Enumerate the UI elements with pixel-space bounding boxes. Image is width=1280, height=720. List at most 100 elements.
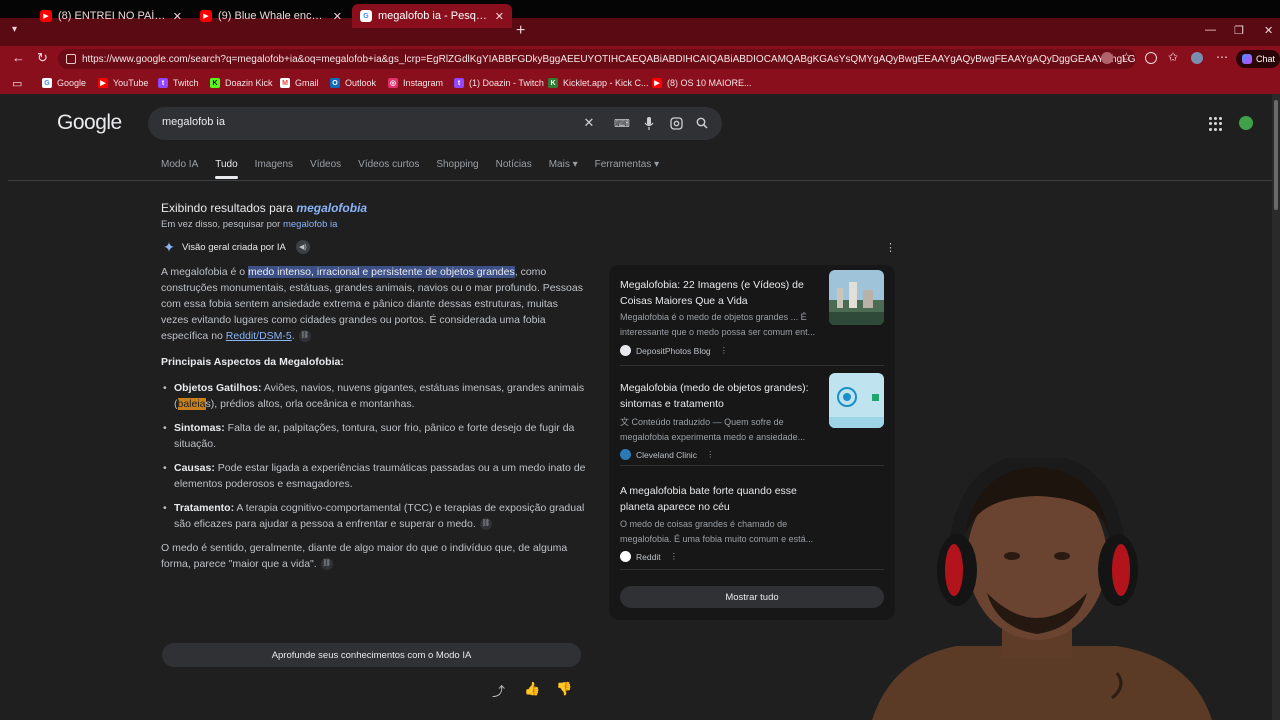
address-bar[interactable]: https://www.google.com/search?q=megalofo… [58,49,1136,69]
source-title[interactable]: Megalofobia: 22 Imagens (e Vídeos) de Co… [620,277,820,309]
bookmark-label: Google [57,78,87,88]
maximize-icon[interactable]: ❐ [1234,24,1244,37]
speaker-icon[interactable]: ◀) [295,240,310,254]
instead-prefix: Em vez disso, pesquisar por [161,219,283,230]
source-link[interactable]: Reddit/DSM-5 [226,330,292,342]
tab-google-search[interactable]: G megalofob ia - Pesquisa Google ✕ [352,4,512,28]
tab-videos-curtos[interactable]: Vídeos curtos [358,159,419,179]
bookmark-label: (1) Doazin - Twitch [469,78,544,88]
item-label: Tratamento: [174,502,235,514]
aspects-list: Objetos Gatilhos: Aviões, navios, nuvens… [161,380,586,532]
more-options-icon[interactable]: ⋮ [706,449,715,460]
bookmark-google[interactable]: G Google [42,76,86,90]
link-icon[interactable]: ⛓ [298,330,311,343]
thumbs-down-icon[interactable]: 👎 [556,681,572,697]
twitch-icon: t [454,78,464,88]
bookmark-instagram[interactable]: ◎ Instagram [388,76,443,90]
microphone-icon[interactable] [641,115,657,131]
page-scrollbar[interactable] [1272,94,1280,720]
lens-camera-icon[interactable] [668,115,684,131]
source-name: Cleveland Clinic [636,449,697,460]
close-window-icon[interactable]: ✕ [1264,24,1273,37]
source-thumbnail[interactable] [829,373,884,428]
tab-noticias[interactable]: Notícias [496,159,532,179]
google-apps-icon[interactable] [1209,117,1223,131]
back-arrow-icon[interactable]: ← [12,50,25,65]
bookmark-gmail[interactable]: M Gmail [280,76,319,90]
corrected-term-link[interactable]: megalofobia [296,201,367,215]
thumbs-up-icon[interactable]: 👍 [524,681,540,697]
search-box[interactable]: megalofob ia ✕ ⌨ [148,107,722,140]
close-icon[interactable]: ✕ [173,10,182,23]
share-icon[interactable]: ⤴ [492,681,505,700]
new-tab-plus-icon[interactable]: + [516,22,525,40]
bookmark-outlook[interactable]: O Outlook [330,76,376,90]
sources-panel: Megalofobia: 22 Imagens (e Vídeos) de Co… [609,265,895,620]
source-title[interactable]: Megalofobia (medo de objetos grandes): s… [620,380,820,412]
bookmark-youtube-video[interactable]: ▶ (8) OS 10 MAIORE... [652,76,752,90]
show-all-button[interactable]: Mostrar tudo [620,586,884,608]
ai-paragraph-closing: O medo é sentido, geralmente, diante de … [161,540,586,572]
bookmark-star-icon[interactable]: ☆ [1121,50,1132,64]
copilot-chat-button[interactable]: Chat [1236,50,1280,68]
tab-imagens[interactable]: Imagens [255,159,293,179]
more-options-icon[interactable]: ⋮ [670,551,679,562]
tab-tudo[interactable]: Tudo [215,159,239,179]
bookmark-label: Outlook [345,78,377,88]
bookmark-label: Gmail [295,78,319,88]
profile-avatar[interactable] [1191,52,1203,64]
reload-icon[interactable]: ↻ [37,50,48,66]
extension-icon[interactable] [1145,52,1157,64]
translate-icon[interactable] [1101,52,1113,64]
minimize-icon[interactable]: — [1205,24,1216,36]
tab-youtube-2[interactable]: ▶ (9) Blue Whale encounter - YouTub ✕ [192,4,350,28]
chat-label: Chat [1256,54,1276,64]
bookmark-twitch[interactable]: t Twitch [158,76,199,90]
source-title[interactable]: A megalofobia bate forte quando esse pla… [620,483,825,515]
tab-search-chevron-icon[interactable]: ▾ [12,24,17,35]
search-input[interactable]: megalofob ia [162,116,225,128]
google-logo[interactable]: Google [57,111,122,135]
scrollbar-thumb[interactable] [1274,100,1278,210]
tabs-divider [8,180,1272,181]
item-text: A terapia cognitivo-comportamental (TCC)… [174,502,585,530]
tab-mais[interactable]: Mais ▾ [549,159,578,179]
link-icon[interactable]: ⛓ [479,518,492,531]
bookmarks-menu-icon[interactable]: ▭ [12,76,22,90]
bookmark-label: YouTube [113,78,149,88]
search-instead: Em vez disso, pesquisar por megalofob ia [161,219,337,230]
account-avatar[interactable] [1239,116,1253,130]
site-info-icon[interactable] [66,54,76,64]
outlook-icon: O [330,78,340,88]
ai-overview-more-icon[interactable]: ⋮ [885,241,896,254]
keyboard-icon[interactable]: ⌨ [614,115,630,131]
link-icon[interactable]: ⛓ [320,558,333,571]
bookmark-doazin-twitch[interactable]: t (1) Doazin - Twitch [454,76,544,90]
favorites-icon[interactable]: ✩ [1168,50,1178,64]
translate-icon: 文 [620,417,632,427]
bookmark-doazin-kick[interactable]: K Doazin Kick [210,76,273,90]
more-options-icon[interactable]: ⋮ [720,345,729,356]
copilot-icon [1242,54,1252,64]
tab-modo-ia[interactable]: Modo IA [161,159,198,179]
tab-youtube-1[interactable]: ▶ (8) ENTREI NO PAÍS MAIS ODIADO ✕ [32,4,190,28]
tab-ferramentas[interactable]: Ferramentas ▾ [595,159,659,179]
close-icon[interactable]: ✕ [333,10,342,23]
bookmark-youtube[interactable]: ▶ YouTube [98,76,148,90]
search-icon[interactable] [694,115,710,131]
more-menu-icon[interactable]: ⋯ [1216,50,1228,64]
youtube-icon: ▶ [40,10,52,22]
original-term-link[interactable]: megalofob ia [283,219,337,230]
bookmark-kicklet[interactable]: K Kicklet.app - Kick C... [548,76,649,90]
tab-shopping[interactable]: Shopping [436,159,478,179]
source-thumbnail[interactable] [829,270,884,325]
twitch-icon: t [158,78,168,88]
bookmark-label: Twitch [173,78,199,88]
ai-paragraph-intro: A megalofobia é o medo intenso, irracion… [161,264,586,344]
tab-videos[interactable]: Vídeos [310,159,341,179]
close-icon[interactable]: ✕ [495,10,504,23]
list-item: Causas: Pode estar ligada a experiências… [163,460,586,492]
clear-icon[interactable]: ✕ [581,115,597,131]
deeper-ai-mode-button[interactable]: Aprofunde seus conhecimentos com o Modo … [162,643,581,667]
tab-title: (8) ENTREI NO PAÍS MAIS ODIADO [58,10,167,22]
